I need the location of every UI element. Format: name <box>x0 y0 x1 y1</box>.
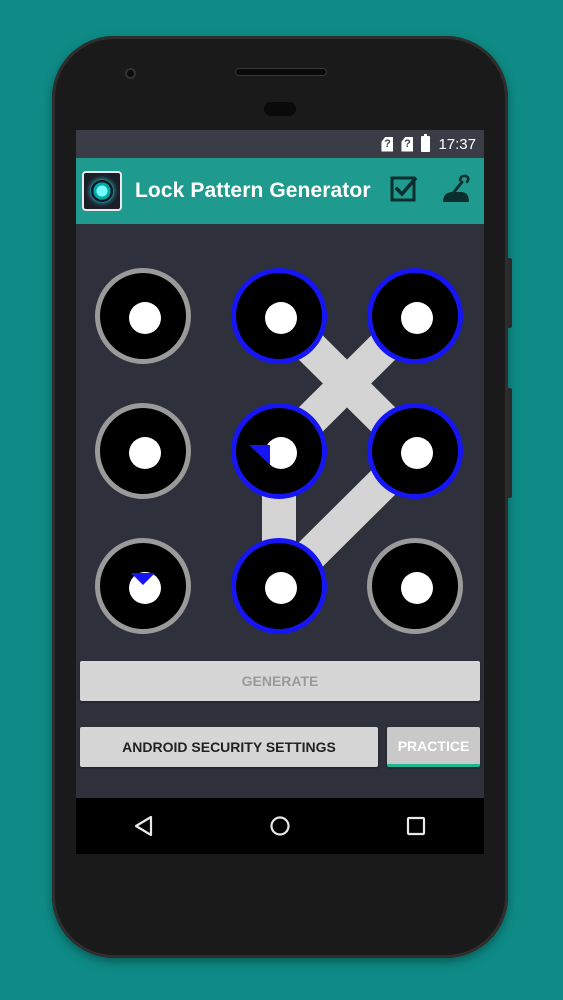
checkbox-checked-icon[interactable] <box>389 174 419 204</box>
pattern-dot-1[interactable] <box>231 268 327 364</box>
proximity-sensor <box>264 102 296 116</box>
pattern-dot-2[interactable] <box>367 268 463 364</box>
pattern-dot-5[interactable] <box>367 403 463 499</box>
lock-pattern-icon[interactable] <box>441 174 471 204</box>
earpiece-speaker <box>235 68 327 76</box>
pattern-dot-8[interactable] <box>367 538 463 634</box>
pattern-dot-4[interactable] <box>231 403 327 499</box>
home-circle-icon[interactable] <box>267 813 293 839</box>
generate-button[interactable]: GENERATE <box>80 661 480 701</box>
app-screen: ? ? 17:37 Lock Pattern Generator GENERAT… <box>76 130 484 798</box>
app-bar: Lock Pattern Generator <box>76 158 484 224</box>
sim1-label: ? <box>384 138 391 150</box>
recents-square-icon[interactable] <box>403 813 429 839</box>
pattern-dot-6[interactable] <box>95 538 191 634</box>
battery-icon <box>421 134 431 152</box>
sim2-label: ? <box>404 138 411 150</box>
volume-button <box>507 388 512 498</box>
navigation-bar <box>76 798 484 854</box>
app-title: Lock Pattern Generator <box>135 179 371 202</box>
practice-button[interactable]: PRACTICE <box>387 727 480 767</box>
pattern-dot-7[interactable] <box>231 538 327 634</box>
pattern-grid[interactable] <box>76 224 484 644</box>
security-settings-button[interactable]: ANDROID SECURITY SETTINGS <box>80 727 378 767</box>
front-camera <box>125 68 136 79</box>
status-time: 17:37 <box>438 135 476 153</box>
pattern-dot-0[interactable] <box>95 268 191 364</box>
lock-logo-icon <box>82 171 122 211</box>
back-triangle-icon[interactable] <box>131 813 157 839</box>
status-bar: ? ? 17:37 <box>76 130 484 158</box>
sim-card-icon: ? <box>381 136 394 152</box>
sim-card-icon: ? <box>401 136 414 152</box>
pattern-dot-3[interactable] <box>95 403 191 499</box>
power-button <box>507 258 512 328</box>
